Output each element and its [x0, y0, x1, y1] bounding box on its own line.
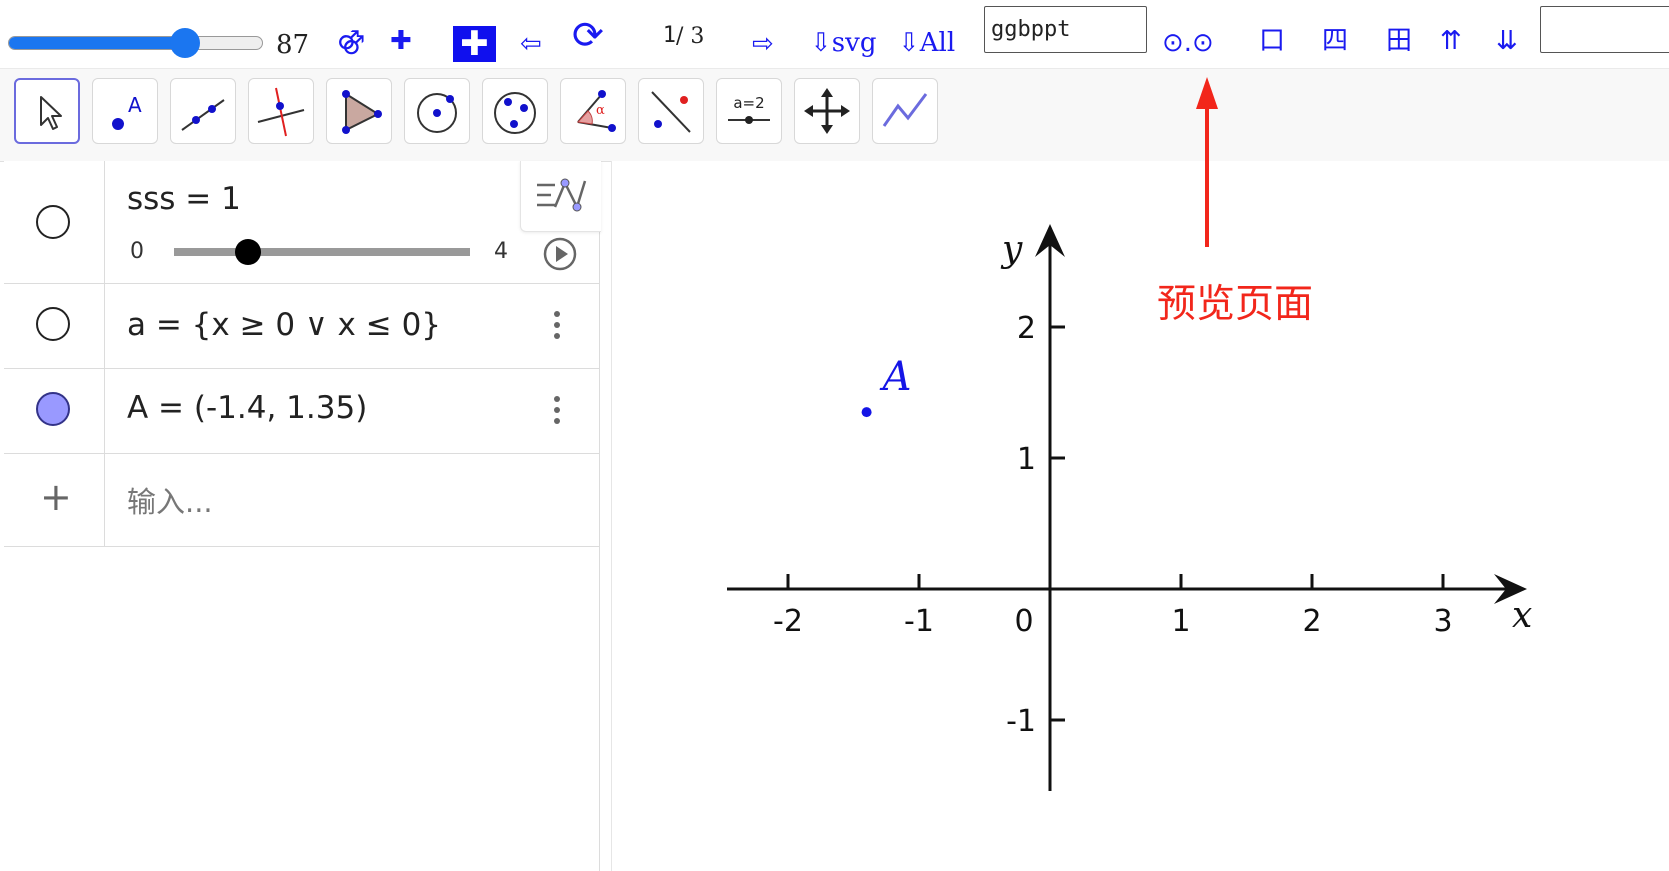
x-tick-label: -1	[904, 604, 934, 639]
axis-tick-labels: -2 -1 0 1 2 3 2 1 -1	[773, 311, 1453, 739]
layout-grid-button[interactable]: 田	[1386, 26, 1412, 56]
add-page-button[interactable]: ✚	[453, 26, 496, 62]
move-tool[interactable]	[14, 78, 80, 144]
more-options-icon[interactable]	[554, 311, 562, 345]
size-slider-track[interactable]	[8, 36, 263, 50]
filename-input[interactable]	[984, 6, 1147, 53]
move-cross-arrows-icon	[804, 88, 850, 134]
algebra-expression[interactable]: a = {x ≥ 0 ∨ x ≤ 0}	[127, 307, 441, 343]
point-A[interactable]	[861, 407, 872, 418]
y-axis-label: y	[1000, 229, 1023, 270]
annotation-arrow	[1196, 77, 1218, 247]
play-icon[interactable]	[543, 237, 577, 271]
angle-icon: α	[576, 90, 616, 132]
line-icon	[181, 99, 225, 131]
move-down-button[interactable]: ⇊	[1496, 26, 1518, 56]
algebra-view: sss = 1 0 4 a = {x ≥ 0 ∨ x ≤ 0} A = (-1.…	[4, 161, 601, 871]
algebra-row-A[interactable]: A = (-1.4, 1.35)	[4, 368, 599, 454]
geogebra-tool-row: A α a=2	[0, 68, 1669, 162]
x-tick-label: 1	[1171, 604, 1190, 639]
point-A-label[interactable]: A	[879, 354, 912, 400]
coordinate-plane[interactable]: -2 -1 0 1 2 3 2 1 -1 x y A	[612, 161, 1669, 871]
reflect-line-icon	[651, 91, 691, 133]
reflect-tool[interactable]	[638, 78, 704, 144]
style-bar-icon	[537, 178, 587, 212]
move-graphics-view-tool[interactable]	[794, 78, 860, 144]
visibility-toggle-A[interactable]	[36, 392, 70, 426]
size-slider-thumb[interactable]	[170, 28, 201, 58]
perpendicular-line-icon	[257, 87, 305, 137]
polygon-icon	[342, 90, 382, 134]
layout-single-button[interactable]: 口	[1259, 26, 1285, 56]
y-tick-label: -1	[1006, 704, 1036, 739]
visibility-cell	[4, 283, 105, 368]
line-tool[interactable]	[170, 78, 236, 144]
visibility-toggle-a[interactable]	[36, 307, 70, 341]
algebra-row-sss[interactable]: sss = 1 0 4	[4, 161, 601, 284]
more-options-icon[interactable]	[554, 396, 562, 430]
preview-annotation-text: 预览页面	[1157, 282, 1314, 327]
algebra-slider-track[interactable]	[174, 248, 470, 256]
circle-center-point-tool[interactable]	[404, 78, 470, 144]
point-tool[interactable]: A	[92, 78, 158, 144]
prev-page-button[interactable]: ⇦	[520, 29, 542, 59]
algebra-row-a[interactable]: a = {x ≥ 0 ∨ x ≤ 0}	[4, 283, 599, 369]
visibility-cell	[4, 161, 105, 283]
add-icon-button[interactable]: ✚	[390, 26, 412, 56]
perpendicular-line-tool[interactable]	[248, 78, 314, 144]
slider-value-label: 87	[276, 30, 310, 60]
right-text-input[interactable]	[1540, 6, 1669, 53]
graphics-view[interactable]: -2 -1 0 1 2 3 2 1 -1 x y A 预览页面	[611, 77, 1669, 871]
visibility-toggle-sss[interactable]	[36, 205, 70, 239]
polygon-tool[interactable]	[326, 78, 392, 144]
algebra-slider-thumb[interactable]	[235, 239, 261, 265]
y-tick-label: 1	[1017, 442, 1036, 477]
refresh-icon[interactable]: ⟳	[572, 16, 604, 54]
algebra-expression[interactable]: sss = 1	[127, 181, 241, 217]
algebra-input-row[interactable]: + 输入...	[4, 453, 599, 547]
visibility-cell	[4, 368, 105, 453]
custom-toolbar: 87 ⚣ ✚ ✚ ⇦ ⟳ / 3 ⇨ ⇩svg ⇩All ⊙.⊙ 口 四 田 ⇈…	[0, 0, 1669, 68]
circle-center-icon	[417, 93, 457, 133]
download-all-button[interactable]: ⇩All	[898, 28, 955, 58]
x-tick-label: 0	[1014, 604, 1033, 639]
svg-text:α: α	[596, 103, 605, 118]
next-page-button[interactable]: ⇨	[752, 29, 774, 59]
geogebra-app-window: 87 ⚣ ✚ ✚ ⇦ ⟳ / 3 ⇨ ⇩svg ⇩All ⊙.⊙ 口 四 田 ⇈…	[0, 0, 1669, 871]
slider-tool-label: a=2	[733, 94, 764, 112]
slider-min-label: 0	[130, 239, 144, 264]
x-tick-label: 2	[1302, 604, 1321, 639]
page-number-input[interactable]	[622, 16, 676, 54]
function-tool[interactable]	[872, 78, 938, 144]
move-up-button[interactable]: ⇈	[1440, 26, 1462, 56]
x-axis-label: x	[1512, 595, 1532, 636]
svg-text:A: A	[128, 93, 142, 117]
algebra-input-placeholder[interactable]: 输入...	[127, 479, 213, 521]
x-tick-label: -2	[773, 604, 803, 639]
add-cell: +	[4, 453, 105, 546]
angle-tool[interactable]: α	[560, 78, 626, 144]
size-slider-fill	[9, 37, 187, 49]
slider-icon: a=2	[728, 94, 770, 124]
plus-icon[interactable]: +	[40, 475, 72, 519]
y-tick-label: 2	[1017, 311, 1036, 346]
layout-four-button[interactable]: 四	[1322, 26, 1348, 56]
gender-icon-button[interactable]: ⚣	[337, 26, 365, 56]
page-total-label: / 3	[676, 24, 705, 49]
function-graph-icon	[882, 93, 928, 127]
circle-three-points-tool[interactable]	[482, 78, 548, 144]
algebra-style-bar-button[interactable]	[520, 161, 601, 232]
arrow-cursor-icon	[40, 96, 62, 130]
preview-page-button[interactable]: ⊙.⊙	[1162, 28, 1214, 58]
point-icon: A	[112, 93, 142, 130]
algebra-expression[interactable]: A = (-1.4, 1.35)	[127, 390, 367, 426]
x-tick-label: 3	[1433, 604, 1452, 639]
download-svg-button[interactable]: ⇩svg	[810, 28, 876, 58]
slider-tool[interactable]: a=2	[716, 78, 782, 144]
circle-three-points-icon	[494, 92, 536, 134]
slider-max-label: 4	[494, 239, 508, 264]
